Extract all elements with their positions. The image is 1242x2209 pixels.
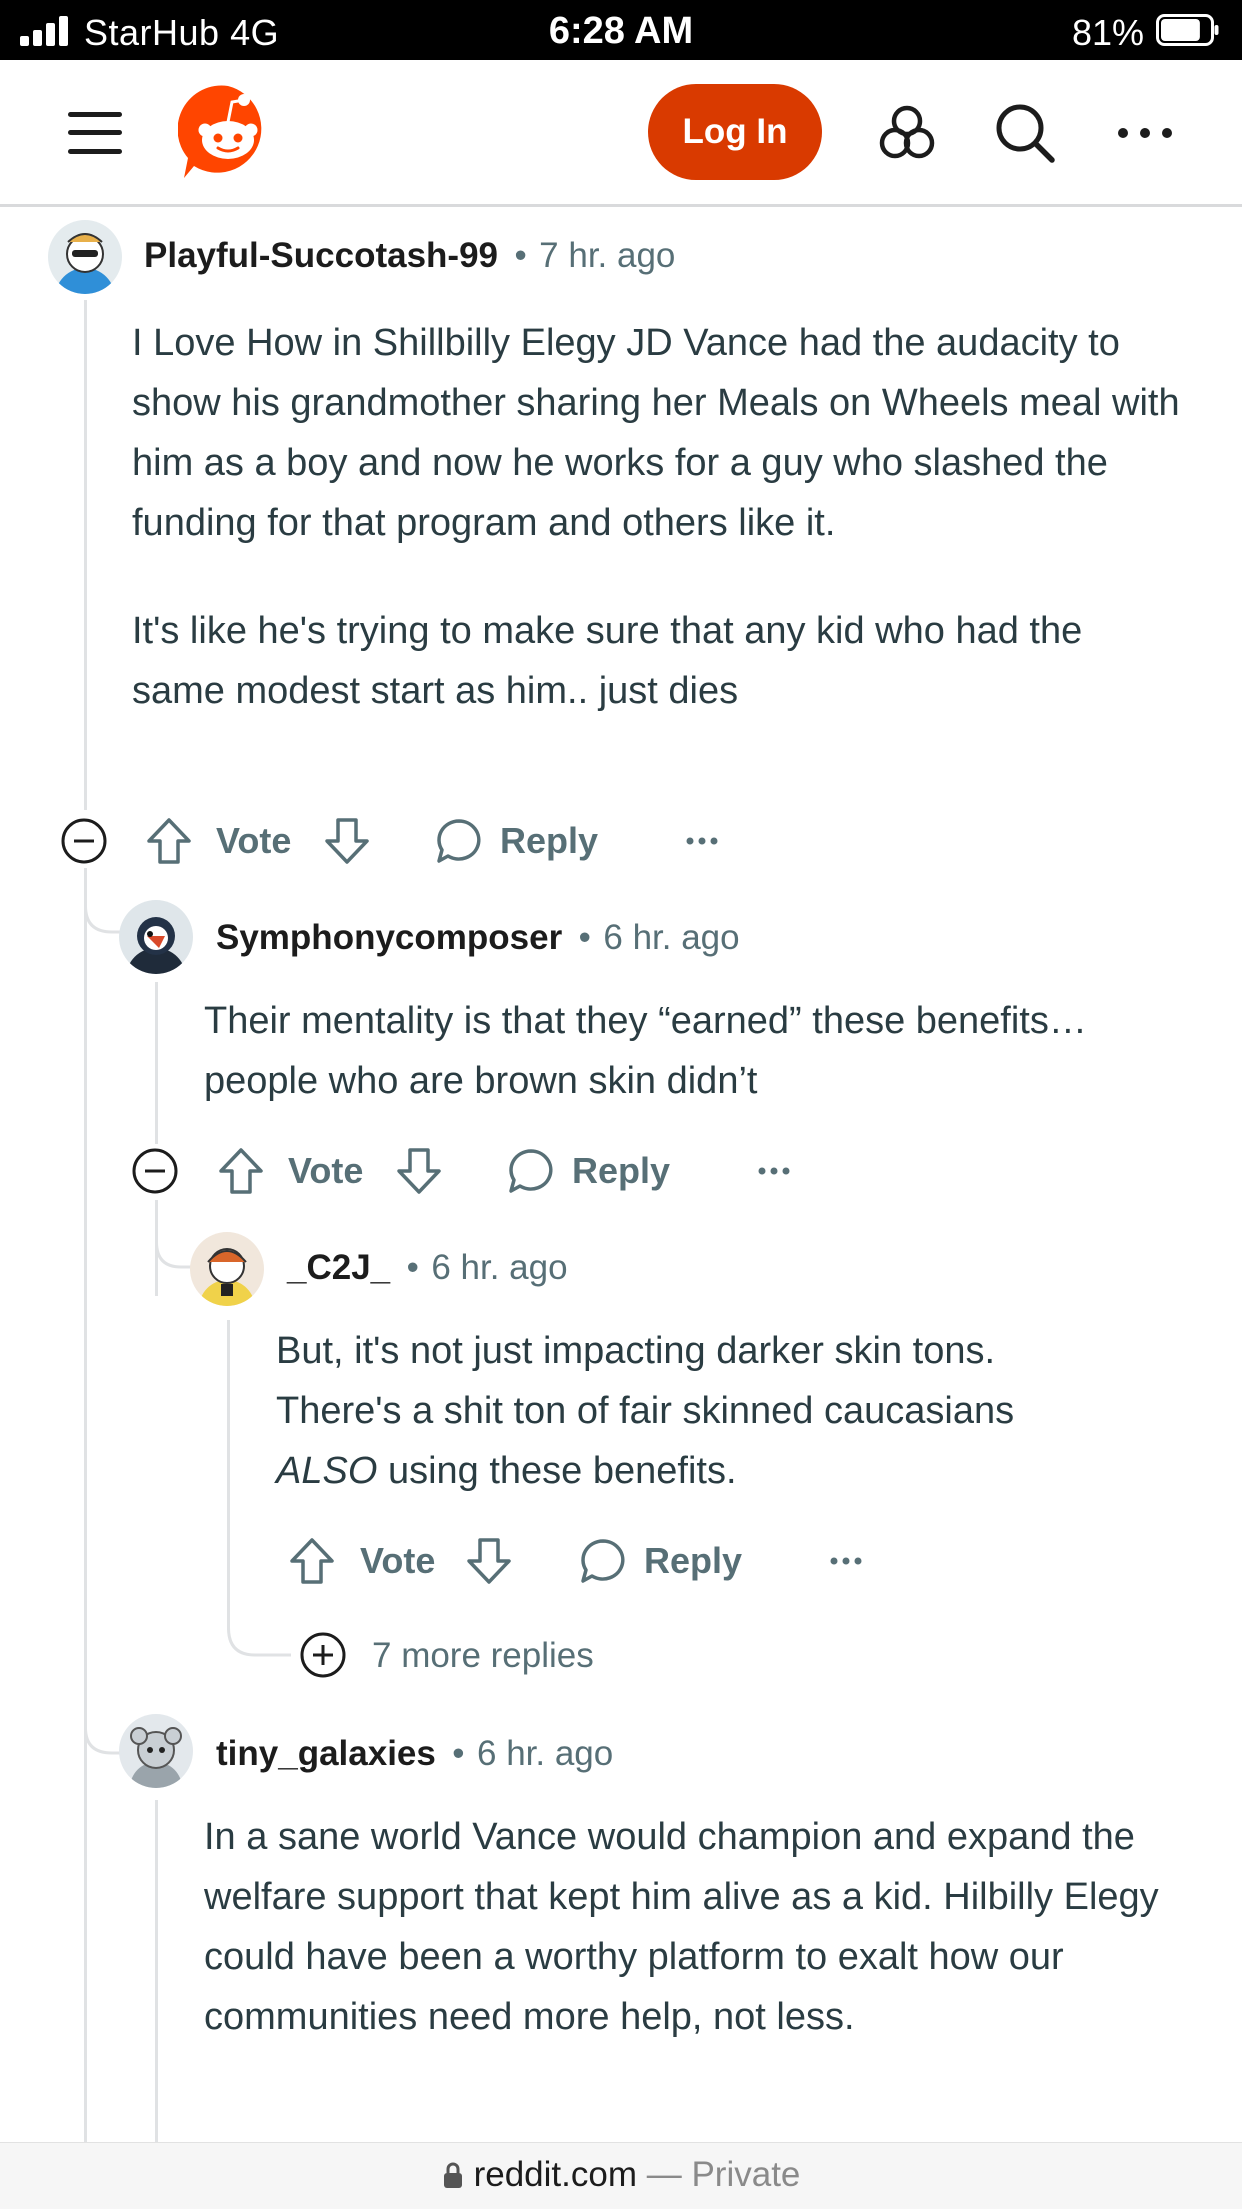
comment-body: I Love How in Shillbilly Elegy JD Vance … (132, 313, 1182, 721)
comment-body: Their mentality is that they “earned” th… (204, 991, 1104, 1111)
avatar[interactable] (119, 1714, 193, 1788)
vote-label: Vote (288, 1150, 364, 1191)
comment-paragraph: It's like he's trying to make sure that … (132, 610, 1083, 712)
app-header: Log In (0, 60, 1242, 207)
reply-button[interactable]: Reply (500, 820, 598, 862)
comment-time: 6 hr. ago (603, 918, 740, 957)
expand-replies-icon[interactable] (298, 1630, 348, 1680)
comment-line-rest: using these benefits. (377, 1450, 737, 1492)
more-replies-link[interactable]: 7 more replies (372, 1636, 594, 1676)
search-icon[interactable] (992, 100, 1058, 166)
browser-url-bar[interactable]: reddit.com — Private (0, 2142, 1242, 2209)
reply-icon[interactable] (434, 816, 484, 866)
vote-label: Vote (360, 1540, 436, 1581)
comment-body: But, it's not just impacting darker skin… (276, 1321, 1176, 1501)
thread-line (84, 300, 87, 810)
overflow-menu-icon[interactable] (756, 1156, 792, 1186)
comment-time: 7 hr. ago (539, 236, 676, 275)
avatar[interactable] (48, 220, 122, 294)
comment-author[interactable]: Playful-Succotash-99 (144, 236, 498, 275)
comment-line: There's a shit ton of fair skinned cauca… (276, 1390, 1015, 1432)
thread-branch (155, 1200, 195, 1269)
explore-icon[interactable] (874, 100, 940, 166)
comment-paragraph: In a sane world Vance would champion and… (204, 1816, 1159, 2038)
separator-dot: • (578, 918, 591, 957)
login-button[interactable]: Log In (648, 84, 822, 180)
reddit-logo[interactable] (178, 82, 278, 182)
upvote-icon[interactable] (144, 816, 194, 866)
vote-label: Vote (216, 820, 292, 861)
upvote-icon[interactable] (216, 1146, 266, 1196)
thread-line (227, 1320, 230, 1630)
comment-author[interactable]: _C2J_ (287, 1248, 390, 1287)
downvote-icon[interactable] (464, 1536, 514, 1586)
reply-icon[interactable] (506, 1146, 556, 1196)
thread-branch (227, 1600, 291, 1657)
upvote-icon[interactable] (287, 1536, 337, 1586)
reply-icon[interactable] (578, 1536, 628, 1586)
private-label: — Private (637, 2155, 801, 2194)
lock-icon (443, 2162, 462, 2188)
separator-dot: • (406, 1248, 419, 1287)
downvote-icon[interactable] (394, 1146, 444, 1196)
overflow-menu-icon[interactable] (828, 1546, 864, 1576)
collapse-icon[interactable] (59, 816, 109, 866)
comment-author[interactable]: Symphonycomposer (216, 918, 562, 957)
separator-dot: • (514, 236, 527, 275)
battery-percentage: 81% (1072, 12, 1145, 53)
clock: 6:28 AM (548, 10, 694, 52)
reply-button[interactable]: Reply (572, 1150, 670, 1192)
comment-line: ALSO using these benefits. (276, 1441, 1176, 1501)
comment-paragraph: Their mentality is that they “earned” th… (204, 1000, 1087, 1102)
avatar[interactable] (190, 1232, 264, 1306)
status-bar: StarHub 4G 6:28 AM 81% (0, 0, 1242, 60)
menu-icon[interactable] (68, 112, 122, 154)
comment-body: In a sane world Vance would champion and… (204, 1807, 1194, 2047)
reply-button[interactable]: Reply (644, 1540, 742, 1582)
battery-icon (1156, 14, 1219, 46)
comment-time: 6 hr. ago (431, 1248, 568, 1287)
thread-line (155, 1800, 158, 2142)
comment-author[interactable]: tiny_galaxies (216, 1734, 436, 1773)
downvote-icon[interactable] (322, 816, 372, 866)
comment-line: But, it's not just impacting darker skin… (276, 1330, 996, 1372)
separator-dot: • (452, 1734, 465, 1773)
emphasis-text: ALSO (276, 1450, 378, 1492)
more-icon[interactable] (1112, 100, 1178, 166)
thread-line (155, 982, 158, 1144)
comment-time: 6 hr. ago (477, 1734, 614, 1773)
avatar[interactable] (119, 900, 193, 974)
comment-paragraph: I Love How in Shillbilly Elegy JD Vance … (132, 322, 1180, 544)
thread-line (84, 868, 87, 2142)
overflow-menu-icon[interactable] (684, 826, 720, 856)
collapse-icon[interactable] (130, 1146, 180, 1196)
url-domain: reddit.com (473, 2155, 637, 2194)
